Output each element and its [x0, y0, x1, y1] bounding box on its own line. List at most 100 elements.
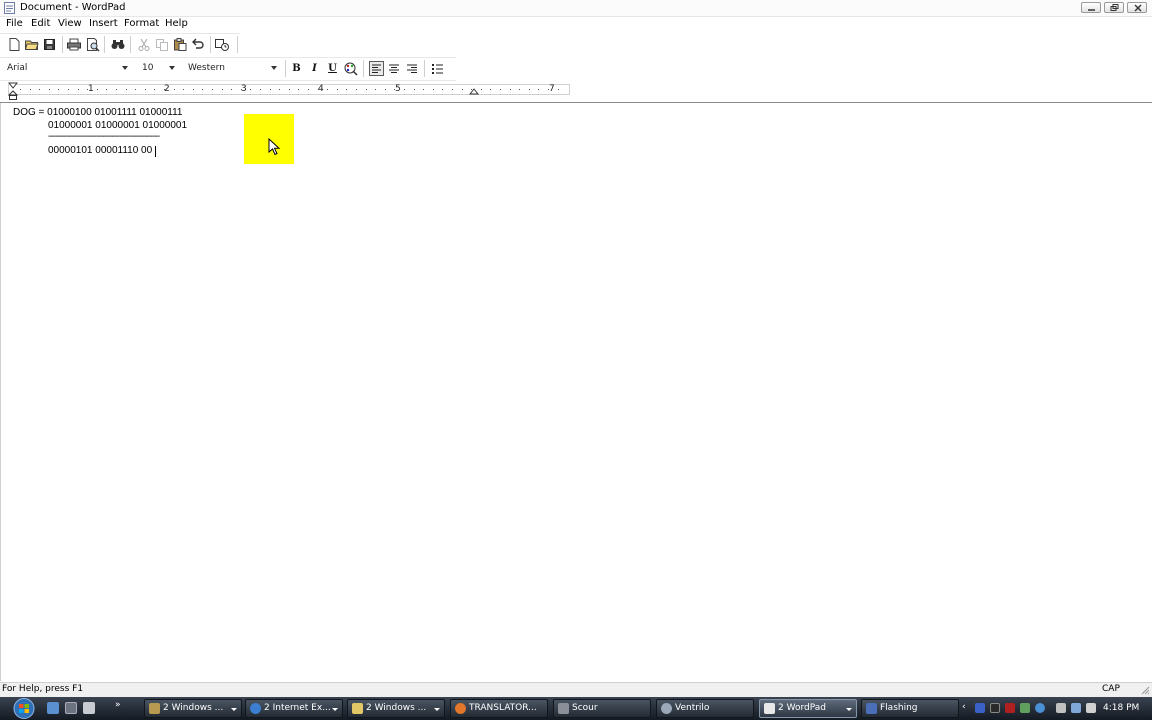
chevron-down-icon[interactable]	[271, 66, 277, 70]
taskbar-button-internet-explorer[interactable]: 2 Internet Ex...	[245, 699, 343, 718]
tray-device-icon[interactable]	[1056, 703, 1066, 713]
menu-file[interactable]: File	[6, 17, 23, 30]
document-line: 00000101 00001110 00	[48, 145, 153, 156]
tray-antivirus-icon[interactable]	[1005, 703, 1015, 713]
ruler-tick	[260, 89, 261, 90]
ruler-tick	[212, 89, 213, 90]
ruler-tick	[279, 89, 280, 90]
print-preview-icon[interactable]	[85, 37, 101, 52]
ruler-tick	[231, 89, 232, 90]
toolbar-separator	[104, 36, 105, 53]
ruler-tick	[39, 89, 40, 90]
ruler-tick	[30, 89, 31, 90]
ruler-tick	[222, 89, 223, 90]
ruler-tick	[250, 89, 251, 90]
taskbar-button-flashing[interactable]: Flashing	[861, 699, 959, 718]
taskbar-button-windows-explorer[interactable]: 2 Windows ...	[144, 699, 242, 718]
taskbar-button-label: 2 Internet Ex...	[264, 703, 331, 713]
taskbar-button-ventrilo[interactable]: Ventrilo	[656, 699, 754, 718]
minimize-button[interactable]	[1081, 2, 1101, 13]
ruler-tick	[193, 89, 194, 90]
restore-button[interactable]	[1104, 2, 1124, 13]
open-icon[interactable]	[24, 37, 40, 52]
bold-button[interactable]: B	[289, 61, 304, 76]
folder-icon	[149, 703, 160, 714]
windows-logo-icon	[13, 698, 35, 719]
tray-network-icon[interactable]	[975, 703, 985, 713]
script-combo[interactable]: Western	[188, 61, 280, 75]
tray-sync-icon[interactable]	[1035, 703, 1045, 713]
menu-insert[interactable]: Insert	[89, 17, 118, 30]
ruler-number: 7	[549, 84, 555, 94]
ruler-number: 2	[164, 84, 170, 94]
undo-icon[interactable]	[190, 37, 206, 52]
ruler-tick	[116, 89, 117, 90]
quicklaunch-app-icon[interactable]	[83, 702, 95, 714]
color-button[interactable]	[343, 61, 358, 76]
flashing-app-icon	[866, 703, 877, 714]
align-right-button[interactable]	[405, 61, 420, 76]
wordpad-app-icon[interactable]	[4, 2, 15, 14]
underline-button[interactable]: U	[325, 61, 340, 76]
bullets-button[interactable]	[430, 61, 445, 76]
taskbar-button-windows[interactable]: 2 Windows ...	[347, 699, 445, 718]
menu-view[interactable]: View	[58, 17, 82, 30]
menu-help[interactable]: Help	[165, 17, 188, 30]
insert-datetime-icon[interactable]	[214, 37, 230, 52]
chevron-down-icon	[434, 708, 440, 711]
volume-icon[interactable]	[1086, 703, 1096, 713]
quicklaunch-desktop-icon[interactable]	[65, 702, 77, 714]
align-left-button[interactable]	[369, 61, 384, 76]
ruler-tick	[97, 89, 98, 90]
menu-edit[interactable]: Edit	[31, 17, 50, 30]
save-icon[interactable]	[42, 37, 58, 52]
close-button[interactable]	[1127, 2, 1147, 13]
chevron-down-icon[interactable]	[122, 66, 128, 70]
cut-icon[interactable]	[136, 37, 152, 52]
ruler-tick	[462, 89, 463, 90]
ruler-tick	[414, 89, 415, 90]
font-name-combo[interactable]: Arial	[7, 61, 132, 75]
toolbar-separator	[62, 36, 63, 53]
paste-icon[interactable]	[172, 37, 188, 52]
taskbar-button-scour[interactable]: Scour	[553, 699, 651, 718]
ruler-tick	[500, 89, 501, 90]
ruler-tick	[481, 89, 482, 90]
italic-button[interactable]: I	[307, 61, 322, 76]
taskbar-clock[interactable]: 4:18 PM	[1103, 697, 1139, 720]
taskbar-button-translator[interactable]: TRANSLATOR...	[450, 699, 548, 718]
right-indent-marker[interactable]	[468, 87, 480, 99]
ruler-tick	[346, 89, 347, 90]
quicklaunch-overflow-icon[interactable]: »	[115, 700, 121, 710]
tray-monitor-icon[interactable]	[1071, 703, 1081, 713]
taskbar-button-label: Flashing	[880, 703, 918, 713]
ruler-tick	[442, 89, 443, 90]
document-area[interactable]	[0, 103, 1152, 681]
menu-format[interactable]: Format	[124, 17, 159, 30]
chevron-down-icon[interactable]	[169, 66, 175, 70]
toolbar-separator	[363, 60, 364, 77]
ruler-tick	[433, 89, 434, 90]
toolbar-separator	[285, 60, 286, 77]
ruler-tick	[519, 89, 520, 90]
taskbar-button-wordpad[interactable]: 2 WordPad	[759, 699, 857, 718]
tray-expand-icon[interactable]: ‹	[962, 702, 966, 712]
text-caret	[155, 146, 156, 157]
wordpad-icon	[764, 703, 775, 714]
script-value: Western	[188, 63, 225, 73]
chevron-down-icon	[231, 708, 237, 711]
ruler-number: 5	[395, 84, 401, 94]
mouse-pointer-icon	[268, 137, 281, 159]
ruler-tick	[375, 89, 376, 90]
find-icon[interactable]	[110, 37, 126, 52]
print-icon[interactable]	[66, 37, 82, 52]
start-button[interactable]	[8, 697, 40, 720]
tray-app-icon[interactable]	[990, 703, 1000, 713]
new-icon[interactable]	[6, 37, 22, 52]
toolbar-separator	[210, 36, 211, 53]
align-center-button[interactable]	[387, 61, 402, 76]
ruler-tick	[366, 89, 367, 90]
copy-icon[interactable]	[154, 37, 170, 52]
tray-security-icon[interactable]	[1020, 703, 1030, 713]
quicklaunch-ie-icon[interactable]	[47, 702, 59, 714]
